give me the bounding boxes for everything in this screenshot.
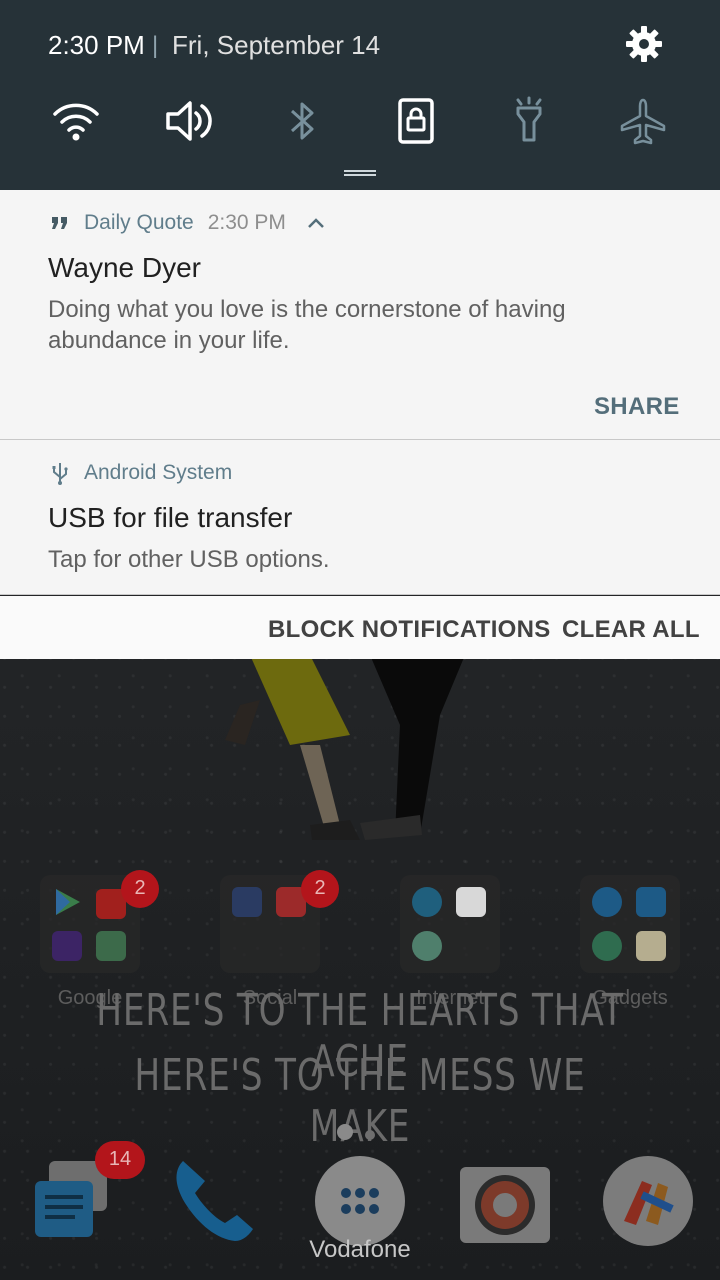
flashlight-icon[interactable] bbox=[504, 96, 554, 146]
clock: 2:30 PM bbox=[48, 30, 145, 60]
notes-icon bbox=[636, 931, 666, 961]
usb-icon bbox=[52, 463, 68, 486]
wallpaper-dancers bbox=[225, 655, 465, 840]
page-indicator bbox=[337, 1124, 387, 1145]
carrier-label: Vodafone bbox=[309, 1236, 411, 1263]
maps-icon bbox=[96, 931, 126, 961]
launcher-logo-icon bbox=[603, 1156, 693, 1246]
volume-icon[interactable] bbox=[164, 96, 214, 146]
app-name: Android System bbox=[84, 461, 233, 484]
airplane-icon[interactable] bbox=[618, 96, 668, 146]
screen-lock-icon[interactable] bbox=[391, 96, 441, 146]
launcher-app[interactable] bbox=[602, 1155, 694, 1247]
settings-gear-icon[interactable] bbox=[624, 24, 664, 64]
phone-app[interactable] bbox=[165, 1155, 257, 1247]
camera-app[interactable] bbox=[458, 1155, 550, 1247]
notification-title: Wayne Dyer bbox=[48, 252, 202, 283]
notification-android-system[interactable]: Android System USB for file transfer Tap… bbox=[0, 440, 720, 595]
notification-footer: BLOCK NOTIFICATIONS CLEAR ALL bbox=[0, 596, 720, 659]
bluetooth-icon[interactable] bbox=[277, 96, 327, 146]
download-icon bbox=[592, 887, 622, 917]
apps-grid-icon bbox=[315, 1156, 405, 1246]
separator: | bbox=[152, 32, 159, 59]
page-dot bbox=[365, 1130, 375, 1140]
screenshot-icon bbox=[636, 887, 666, 917]
folder-gadgets[interactable] bbox=[580, 875, 680, 973]
wifi-icon[interactable] bbox=[51, 96, 101, 146]
quote-icon bbox=[52, 217, 67, 230]
notification-badge: 14 bbox=[95, 1141, 145, 1179]
yahoo-mail-icon bbox=[52, 931, 82, 961]
play-icon bbox=[592, 931, 622, 961]
block-notifications-button[interactable]: BLOCK NOTIFICATIONS bbox=[268, 616, 551, 644]
page-dot-active bbox=[337, 1124, 353, 1140]
app-drawer-button[interactable] bbox=[314, 1155, 406, 1247]
date[interactable]: Fri, September 14 bbox=[172, 30, 380, 61]
app-name: Daily Quote bbox=[84, 211, 194, 234]
camera-icon bbox=[460, 1167, 550, 1243]
chevron-up-icon[interactable] bbox=[306, 213, 326, 233]
router-icon bbox=[412, 887, 442, 917]
notification-header: Android System bbox=[48, 461, 233, 486]
notification-title: USB for file transfer bbox=[48, 502, 293, 533]
notification-badge: 2 bbox=[301, 870, 339, 908]
expand-handle[interactable] bbox=[344, 170, 376, 176]
notification-header: Daily Quote 2:30 PM bbox=[48, 211, 326, 235]
notification-daily-quote[interactable]: Daily Quote 2:30 PM Wayne Dyer Doing what… bbox=[0, 190, 720, 440]
speedometer-icon bbox=[412, 931, 442, 961]
notification-badge: 2 bbox=[121, 870, 159, 908]
we-icon bbox=[456, 887, 486, 917]
folder-internet[interactable] bbox=[400, 875, 500, 973]
clear-all-button[interactable]: CLEAR ALL bbox=[562, 616, 700, 644]
play-store-icon bbox=[52, 887, 82, 917]
facebook-icon bbox=[232, 887, 262, 917]
notification-time: 2:30 PM bbox=[207, 211, 286, 234]
share-button[interactable]: SHARE bbox=[594, 393, 680, 421]
phone-icon bbox=[176, 1161, 253, 1241]
notification-text: Doing what you love is the cornerstone o… bbox=[48, 296, 566, 354]
quick-settings-panel: 2:30 PM | Fri, September 14 bbox=[0, 0, 720, 190]
notification-text: Tap for other USB options. bbox=[48, 546, 330, 573]
